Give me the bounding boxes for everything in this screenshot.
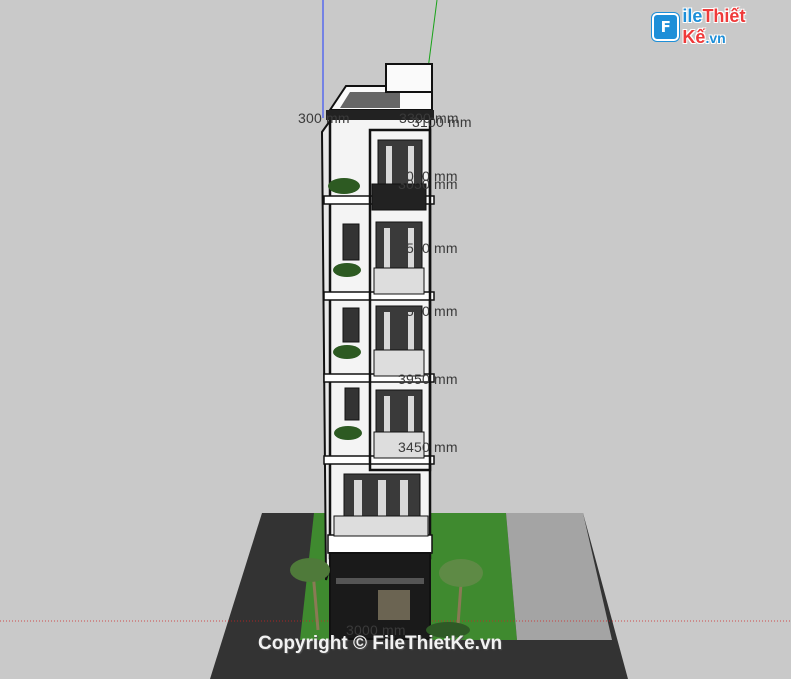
dim-floor-1: 3450 mm (398, 439, 458, 455)
dim-roof-left: 300 mm (298, 110, 350, 126)
dim-floor-4: 3550 mm (398, 240, 458, 256)
sketchup-viewport[interactable]: 300 mm 3300 mm 3100 mm 3000 mm 3050 mm 3… (0, 0, 791, 679)
logo-badge-icon: F (652, 13, 680, 41)
dim-floor-3: 3550 mm (398, 303, 458, 319)
dim-floor-5-overlap: 3050 mm (398, 176, 458, 192)
copyright-watermark: Copyright © FileThietKe.vn (258, 633, 503, 654)
dim-roof-right-overlap: 3100 mm (412, 114, 472, 130)
model-scene[interactable] (0, 0, 791, 679)
logo-text: ileThiết Kế.vn (682, 6, 746, 47)
building[interactable] (320, 63, 435, 640)
dim-floor-2: 3950 mm (398, 371, 458, 387)
filethietke-logo: F ileThiết Kế.vn (652, 6, 791, 47)
